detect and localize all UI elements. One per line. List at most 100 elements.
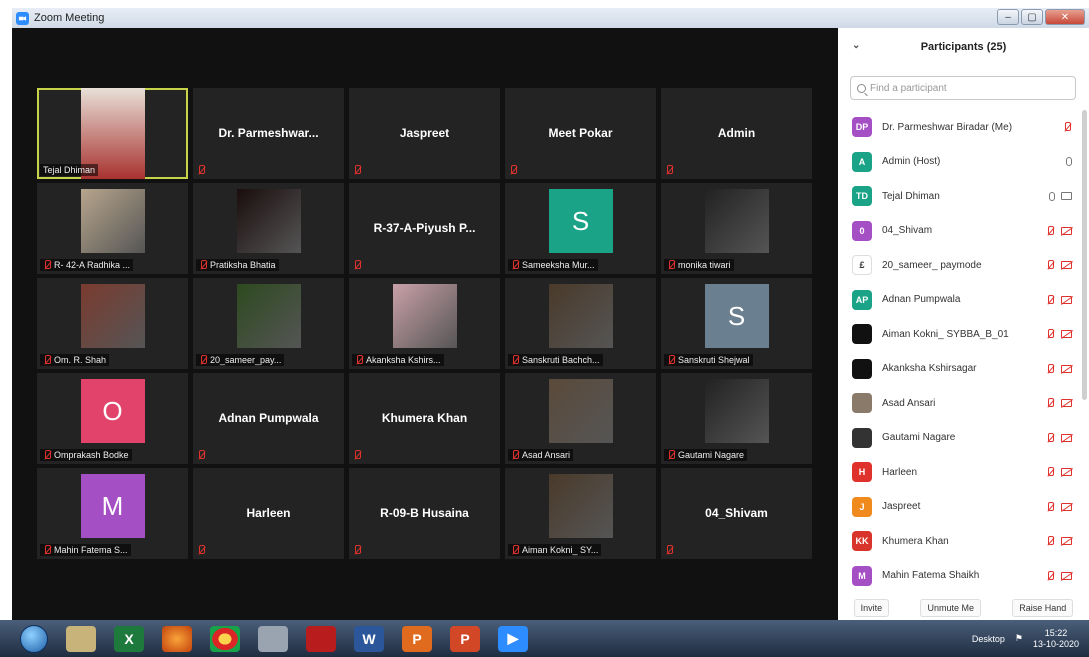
video-off-icon[interactable] — [1061, 468, 1072, 477]
mic-muted-icon[interactable] — [1046, 467, 1055, 477]
participant-search[interactable] — [850, 76, 1076, 100]
video-tile[interactable]: Meet Pokar — [505, 88, 656, 179]
word-icon[interactable]: W — [354, 625, 384, 652]
participant-row[interactable]: A Admin (Host) — [838, 145, 1080, 180]
video-off-icon[interactable] — [1061, 226, 1072, 235]
chrome-window-icon[interactable] — [258, 625, 288, 652]
mic-muted-icon[interactable] — [1046, 329, 1055, 339]
invite-button[interactable]: Invite — [853, 599, 890, 617]
participant-row[interactable]: TD Tejal Dhiman — [838, 179, 1080, 214]
video-tile[interactable]: 04_Shivam — [661, 468, 812, 559]
firefox-icon[interactable] — [162, 625, 192, 652]
mic-muted-icon[interactable] — [1046, 363, 1055, 374]
mic-muted-icon[interactable] — [1046, 432, 1055, 443]
video-tile[interactable]: Adnan Pumpwala — [193, 373, 344, 464]
video-off-icon[interactable] — [1061, 399, 1072, 408]
clock[interactable]: 15:22 13-10-2020 — [1033, 628, 1079, 650]
close-button[interactable]: ✕ — [1045, 9, 1085, 25]
video-tile[interactable]: R-37-A-Piyush P... — [349, 183, 500, 274]
tile-label: R- 42-A Radhika ... — [40, 259, 134, 271]
presentation-icon[interactable]: P — [450, 625, 480, 652]
mic-muted-icon[interactable] — [1063, 122, 1072, 132]
mic-icon[interactable] — [1066, 157, 1072, 167]
flag-icon[interactable]: ⚑ — [1015, 633, 1023, 644]
video-tile[interactable]: monika tiwari — [661, 183, 812, 274]
video-tile[interactable]: Akanksha Kshirs... — [349, 278, 500, 369]
mic-muted-icon — [43, 355, 52, 365]
desktop-label[interactable]: Desktop — [972, 634, 1005, 644]
participant-row[interactable]: Akanksha Kshirsagar — [838, 352, 1080, 387]
pdf-icon[interactable] — [306, 625, 336, 652]
video-tile[interactable]: Pratiksha Bhatia — [193, 183, 344, 274]
tile-label: monika tiwari — [664, 259, 734, 271]
mic-muted-icon — [197, 165, 206, 175]
video-tile[interactable]: Om. R. Shah — [37, 278, 188, 369]
search-input[interactable] — [870, 82, 1050, 94]
video-tile[interactable]: R- 42-A Radhika ... — [37, 183, 188, 274]
video-tile[interactable]: 20_sameer_pay... — [193, 278, 344, 369]
tile-name: Asad Ansari — [522, 450, 571, 460]
excel-icon[interactable]: X — [114, 625, 144, 652]
tile-name: Dr. Parmeshwar... — [218, 126, 319, 140]
video-tile[interactable]: Admin — [661, 88, 812, 179]
video-tile[interactable]: S Sanskruti Shejwal — [661, 278, 812, 369]
start-button[interactable] — [20, 624, 48, 653]
video-tile[interactable]: O Omprakash Bodke — [37, 373, 188, 464]
participant-row[interactable]: DP Dr. Parmeshwar Biradar (Me) — [838, 110, 1080, 145]
video-tile[interactable]: Dr. Parmeshwar... — [193, 88, 344, 179]
mic-muted-icon[interactable] — [1046, 225, 1055, 236]
video-tile[interactable]: Sanskruti Bachch... — [505, 278, 656, 369]
mic-muted-icon[interactable] — [1046, 536, 1055, 546]
participant-row[interactable]: £20_sameer_ paymode — [838, 248, 1080, 283]
chrome-icon[interactable] — [210, 625, 240, 652]
chevron-down-icon[interactable]: ⌄ — [852, 40, 860, 51]
video-tile[interactable]: Gautami Nagare — [661, 373, 812, 464]
video-tile[interactable]: S Sameeksha Mur... — [505, 183, 656, 274]
video-off-icon[interactable] — [1061, 537, 1072, 546]
participant-row[interactable]: J Jaspreet — [838, 490, 1080, 525]
mic-muted-icon[interactable] — [1046, 501, 1055, 512]
video-icon[interactable] — [1061, 192, 1072, 201]
tile-label: Omprakash Bodke — [40, 449, 132, 461]
mic-muted-icon[interactable] — [1046, 398, 1055, 408]
video-off-icon[interactable] — [1061, 295, 1072, 304]
file-explorer-icon[interactable] — [66, 625, 96, 652]
mic-muted-icon[interactable] — [1046, 294, 1055, 305]
video-tile[interactable]: R-09-B Husaina — [349, 468, 500, 559]
video-off-icon[interactable] — [1061, 364, 1072, 373]
mic-muted-icon[interactable] — [1046, 570, 1055, 581]
participant-row[interactable]: Gautami Nagare — [838, 421, 1080, 456]
video-tile[interactable]: Harleen — [193, 468, 344, 559]
mic-icon[interactable] — [1049, 191, 1055, 201]
video-tile[interactable]: Aiman Kokni_ SY... — [505, 468, 656, 559]
maximize-button[interactable]: ▢ — [1021, 9, 1043, 25]
participant-row[interactable]: 0 04_Shivam — [838, 214, 1080, 249]
video-tile[interactable]: Jaspreet — [349, 88, 500, 179]
video-off-icon[interactable] — [1061, 433, 1072, 442]
mic-muted-icon[interactable] — [1046, 260, 1055, 270]
video-off-icon[interactable] — [1061, 261, 1072, 270]
video-tile[interactable]: Tejal Dhiman — [37, 88, 188, 179]
participant-row[interactable]: H Harleen — [838, 455, 1080, 490]
avatar: S — [548, 189, 613, 253]
video-tile[interactable]: Asad Ansari — [505, 373, 656, 464]
video-off-icon[interactable] — [1061, 330, 1072, 339]
tile-name: Admin — [717, 126, 756, 140]
video-off-icon[interactable] — [1061, 571, 1072, 580]
scrollbar[interactable] — [1082, 110, 1087, 400]
powerpoint-icon[interactable]: P — [402, 625, 432, 652]
participant-row[interactable]: KK Khumera Khan — [838, 524, 1080, 559]
mic-muted-icon — [511, 355, 520, 365]
participant-row[interactable]: AP Adnan Pumpwala — [838, 283, 1080, 318]
video-off-icon[interactable] — [1061, 502, 1072, 511]
raise-hand-button[interactable]: Raise Hand — [1012, 599, 1074, 617]
participant-row[interactable]: Asad Ansari — [838, 386, 1080, 421]
zoom-taskbar-icon[interactable]: ▶ — [498, 625, 528, 652]
participant-row[interactable]: M Mahin Fatema Shaikh — [838, 559, 1080, 594]
unmute-me-button[interactable]: Unmute Me — [920, 599, 981, 617]
video-tile[interactable]: Khumera Khan — [349, 373, 500, 464]
minimize-button[interactable]: – — [997, 9, 1019, 25]
mic-muted-icon — [199, 355, 208, 365]
participant-row[interactable]: Aiman Kokni_ SYBBA_B_01 — [838, 317, 1080, 352]
video-tile[interactable]: M Mahin Fatema S... — [37, 468, 188, 559]
